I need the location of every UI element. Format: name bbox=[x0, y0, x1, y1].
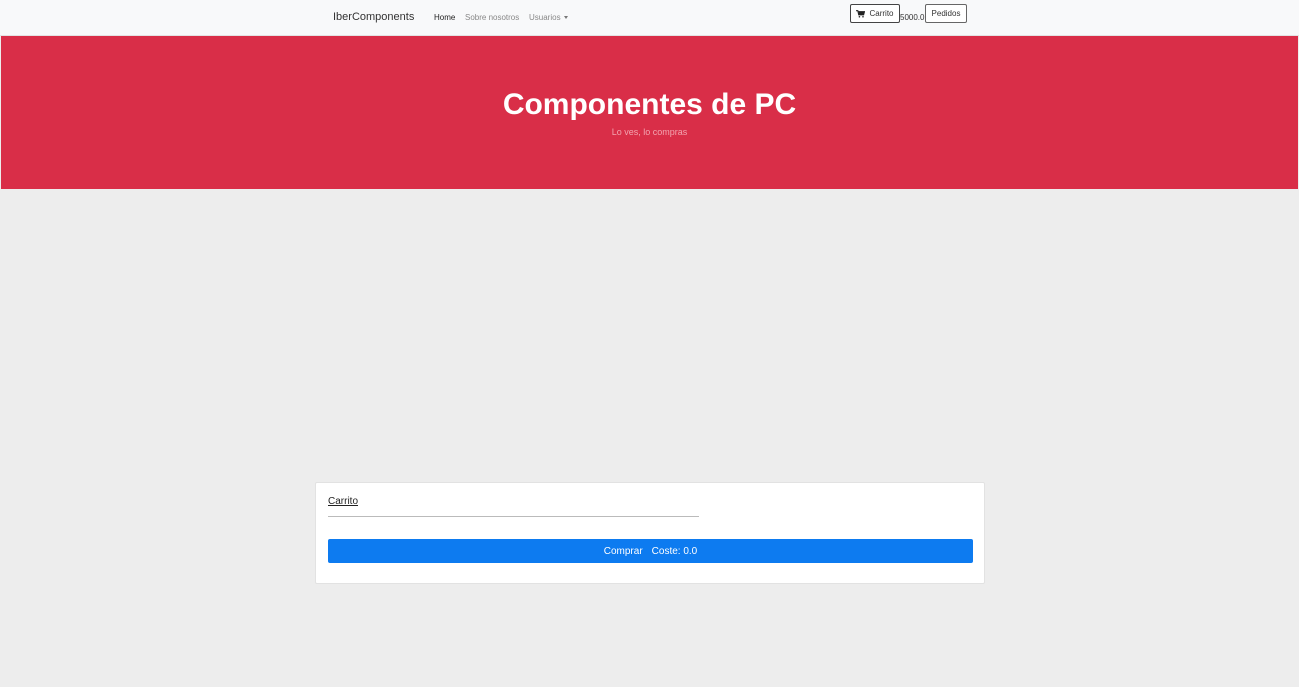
nav-link-about[interactable]: Sobre nosotros bbox=[465, 13, 519, 22]
nav-link-home[interactable]: Home bbox=[434, 13, 455, 22]
page: IberComponents Home Sobre nosotros Usuar… bbox=[0, 0, 1299, 687]
brand-logo[interactable]: IberComponents bbox=[333, 11, 414, 23]
orders-button[interactable]: Pedidos bbox=[925, 4, 967, 23]
navbar: IberComponents Home Sobre nosotros Usuar… bbox=[0, 0, 1299, 36]
hero-title: Componentes de PC bbox=[502, 88, 797, 121]
orders-button-label: Pedidos bbox=[931, 9, 961, 18]
caret-down-icon bbox=[563, 16, 568, 19]
buy-button-label: Comprar bbox=[603, 545, 643, 557]
buy-button[interactable]: Comprar Coste: 0.0 bbox=[328, 539, 973, 563]
nav-dropdown-users[interactable]: Usuarios bbox=[529, 13, 568, 22]
cart-title: Carrito bbox=[328, 496, 359, 507]
cart-button[interactable]: Carrito bbox=[850, 4, 900, 23]
cart-panel: Carrito Comprar Coste: 0.0 bbox=[315, 482, 985, 584]
cart-divider bbox=[328, 516, 699, 517]
hero-subtitle: Lo ves, lo compras bbox=[611, 127, 688, 137]
nav-dropdown-users-label: Usuarios bbox=[529, 13, 561, 22]
cart-button-label: Carrito bbox=[869, 9, 894, 18]
hero-banner: Componentes de PC Lo ves, lo compras bbox=[1, 36, 1298, 189]
cart-icon bbox=[856, 9, 866, 18]
cart-cost: Coste: 0.0 bbox=[651, 545, 698, 557]
user-balance: 5000.0 bbox=[900, 13, 925, 22]
